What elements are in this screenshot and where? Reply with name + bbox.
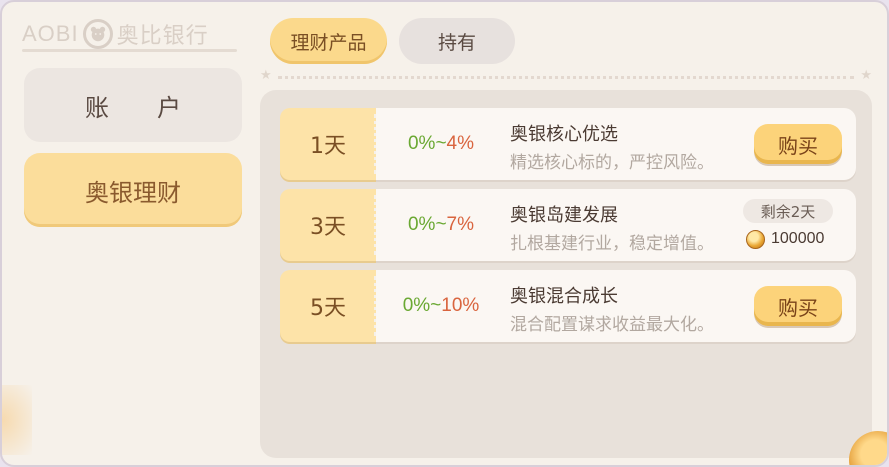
product-card: 3天 0% ~7% 奥银岛建发展 扎根基建行业，稳定增值。 剩余2天 100000 — [280, 189, 856, 261]
rate-separator: ~ — [435, 214, 447, 235]
sidebar-item-wealth[interactable]: 奥银理财 — [24, 153, 242, 227]
bank-logo: AOBI 奥比银行 — [22, 16, 209, 52]
logo-latin: AOBI — [22, 21, 79, 46]
rate-high: 7% — [446, 214, 475, 235]
decorative-glow — [2, 385, 32, 455]
coin-icon — [746, 229, 765, 249]
buy-button[interactable]: 购买 — [754, 286, 842, 326]
product-card: 5天 0% ~10% 奥银混合成长 混合配置谋求收益最大化。 购买 — [280, 270, 856, 342]
product-card: 1天 0% ~4% 奥银核心优选 精选核心标的，严控风险。 购买 — [280, 108, 856, 180]
return-rate: 0% ~10% — [376, 270, 506, 342]
product-description: 扎根基建行业，稳定增值。 — [510, 234, 714, 254]
product-card-body: 0% ~10% 奥银混合成长 混合配置谋求收益最大化。 购买 — [376, 270, 856, 342]
product-description: 混合配置谋求收益最大化。 — [510, 315, 714, 335]
rate-separator: ~ — [430, 295, 442, 316]
term-label: 5天 — [310, 296, 346, 321]
logo-underline — [22, 49, 237, 52]
sidebar-item-label: 奥银理财 — [85, 178, 181, 207]
product-name: 奥银岛建发展 — [510, 205, 618, 226]
sidebar-item-account[interactable]: 账户 — [24, 68, 242, 142]
product-card-body: 0% ~7% 奥银岛建发展 扎根基建行业，稳定增值。 剩余2天 100000 — [376, 189, 856, 261]
term-label: 3天 — [310, 215, 346, 240]
term-ticket: 3天 — [280, 189, 377, 261]
product-card-body: 0% ~4% 奥银核心优选 精选核心标的，严控风险。 购买 — [376, 108, 856, 180]
tab-products[interactable]: 理财产品 — [270, 18, 387, 64]
term-label: 1天 — [310, 134, 346, 159]
buy-button-label: 购买 — [778, 295, 818, 320]
rate-low: 0% — [407, 133, 436, 154]
star-icon: ★ — [260, 68, 272, 83]
return-rate: 0% ~4% — [376, 108, 506, 180]
return-rate: 0% ~7% — [376, 189, 506, 261]
bank-window: AOBI 奥比银行 账户 奥银理财 理财产品 持有 ★ ★ 1天 0% ~4% 奥… — [0, 0, 889, 467]
bear-head-icon — [82, 19, 113, 49]
buy-button-label: 购买 — [778, 133, 818, 158]
rate-high: 4% — [446, 133, 475, 154]
rate-separator: ~ — [435, 133, 447, 154]
rate-low: 0% — [402, 295, 431, 316]
rate-low: 0% — [407, 214, 436, 235]
buy-button[interactable]: 购买 — [754, 124, 842, 164]
product-description: 精选核心标的，严控风险。 — [510, 153, 714, 173]
logo-chinese: 奥比银行 — [116, 23, 209, 48]
remaining-days-badge: 剩余2天 — [743, 199, 833, 223]
rate-high: 10% — [441, 295, 480, 316]
product-name: 奥银混合成长 — [510, 286, 618, 307]
term-ticket: 1天 — [280, 108, 377, 180]
sidebar-item-label: 账户 — [85, 93, 229, 122]
dotted-divider: ★ ★ — [260, 68, 872, 83]
tab-holding[interactable]: 持有 — [399, 18, 515, 64]
holding-amount-value: 100000 — [771, 230, 825, 247]
tab-label: 持有 — [437, 31, 476, 54]
star-icon: ★ — [860, 68, 872, 83]
tab-label: 理财产品 — [290, 31, 367, 54]
holding-amount: 100000 — [746, 227, 824, 251]
term-ticket: 5天 — [280, 270, 377, 342]
product-name: 奥银核心优选 — [510, 124, 618, 145]
